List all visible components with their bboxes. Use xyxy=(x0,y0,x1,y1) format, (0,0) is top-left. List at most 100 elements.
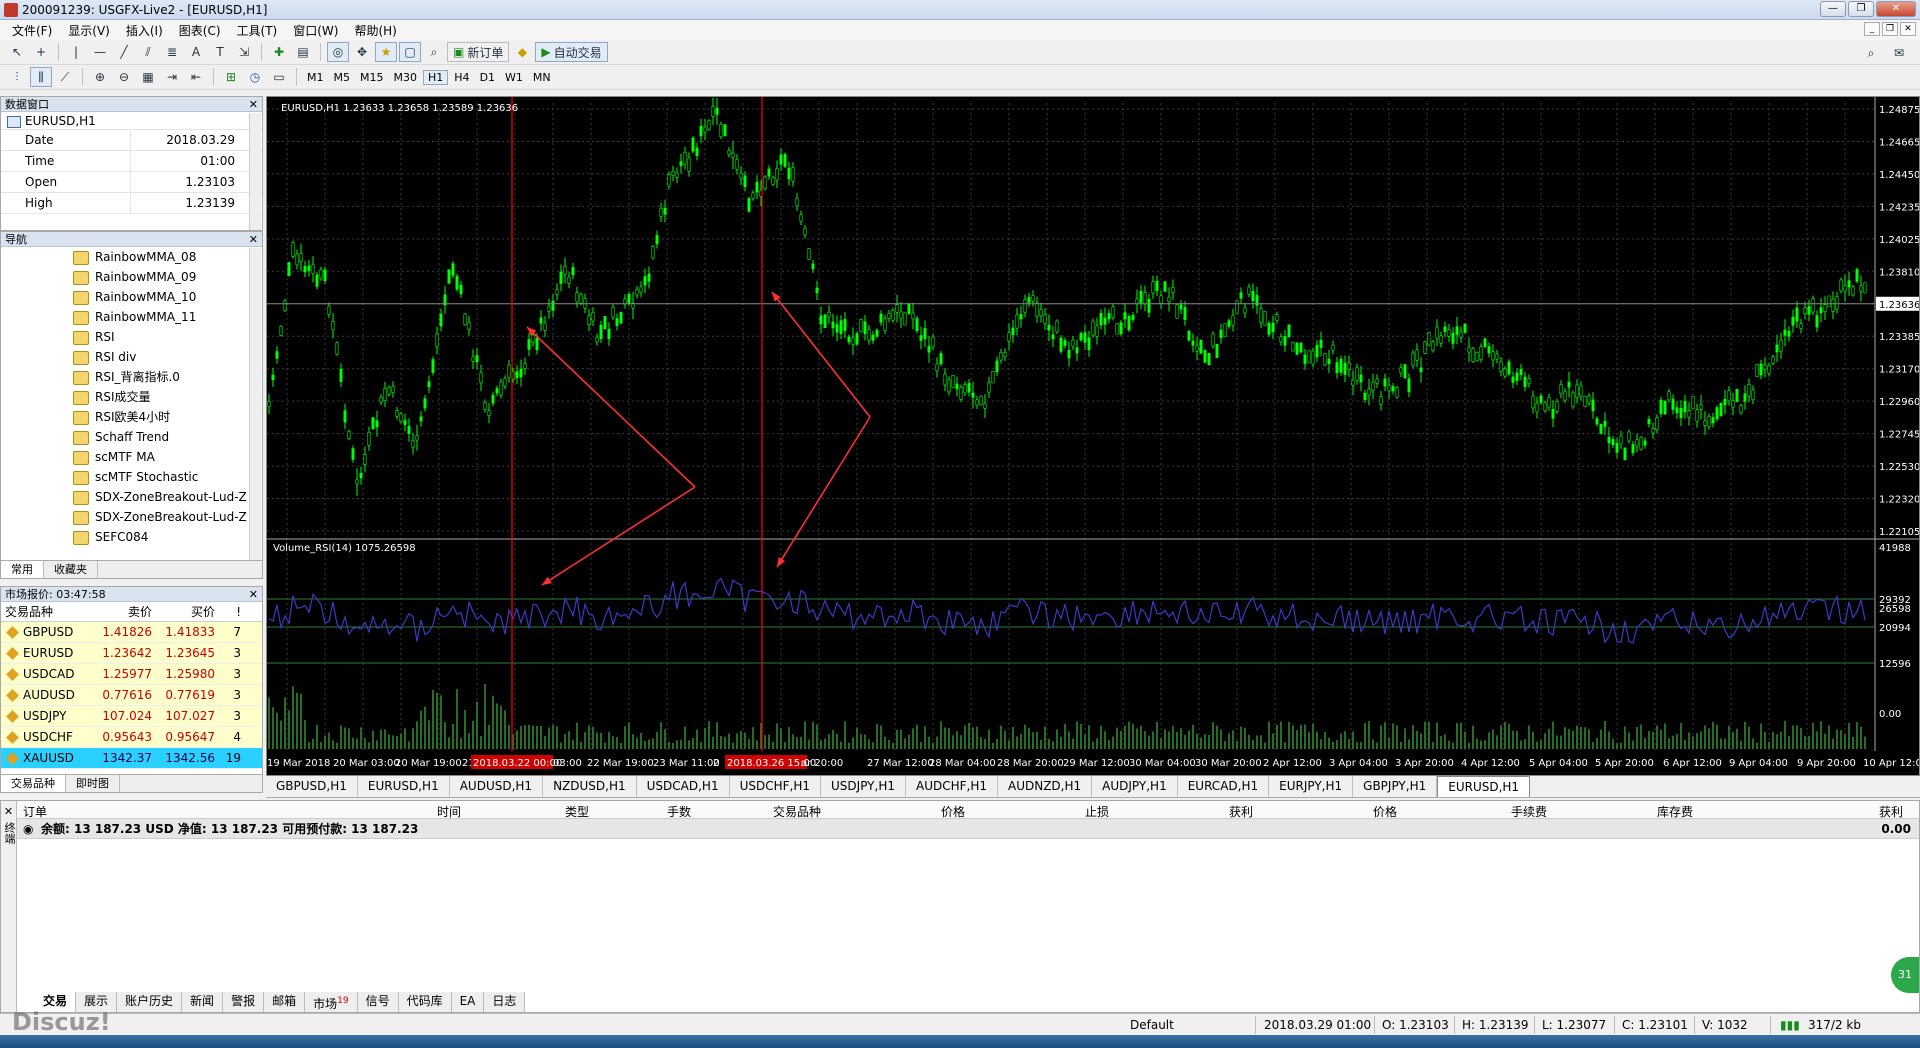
auto-scroll-icon[interactable]: ⇥ xyxy=(161,67,183,87)
channel-icon[interactable]: ⫽ xyxy=(137,42,159,62)
close-icon[interactable]: ✕ xyxy=(249,587,258,602)
trendline-icon[interactable]: ╱ xyxy=(113,42,135,62)
tf-h4[interactable]: H4 xyxy=(450,71,473,84)
chart-shift-icon[interactable]: ⇤ xyxy=(185,67,207,87)
tab-tick-chart[interactable]: 即时图 xyxy=(66,775,120,792)
child-minimize-button[interactable]: _ xyxy=(1864,22,1880,36)
child-close-button[interactable]: ✕ xyxy=(1900,22,1916,36)
tester-icon[interactable]: ⌕ xyxy=(423,42,445,62)
bar-chart-icon[interactable]: ⫶ xyxy=(6,67,28,87)
data-window-scrollbar[interactable] xyxy=(249,113,261,230)
col-price2[interactable]: 价格 xyxy=(1373,803,1397,820)
col-commission[interactable]: 手续费 xyxy=(1511,803,1547,820)
col-spread[interactable]: ! xyxy=(219,605,245,619)
navigator-item[interactable]: RSI xyxy=(1,327,262,347)
col-lots[interactable]: 手数 xyxy=(667,803,691,820)
crosshair-icon[interactable]: + xyxy=(30,42,52,62)
navigator-item[interactable]: Schaff Trend xyxy=(1,427,262,447)
close-button[interactable]: ✕ xyxy=(1876,1,1916,17)
terminal-tab[interactable]: 市场19 xyxy=(305,992,358,1012)
col-symbol[interactable]: 交易品种 xyxy=(1,603,96,620)
market-watch-row[interactable]: EURUSD 1.23642 1.23645 3 xyxy=(1,643,262,664)
navigator-item[interactable]: RSI div xyxy=(1,347,262,367)
templates-icon[interactable]: ▭ xyxy=(268,67,290,87)
chart-tab[interactable]: GBPJPY,H1 xyxy=(1353,776,1438,797)
col-tp[interactable]: 获利 xyxy=(1229,803,1253,820)
navigator-item[interactable]: RSI_背离指标.0 xyxy=(1,367,262,387)
tf-mn[interactable]: MN xyxy=(529,71,555,84)
tf-m5[interactable]: M5 xyxy=(330,71,355,84)
chart-tab[interactable]: EURUSD,H1 xyxy=(358,776,450,797)
chart-window[interactable]: 1.24875 1.24665 1.24450 1.24235 1.24025 1.238… xyxy=(266,96,1920,776)
navigator-item[interactable]: RSI欧美4小时 xyxy=(1,407,262,427)
tf-m1[interactable]: M1 xyxy=(303,71,328,84)
navigator-item[interactable]: SDX-ZoneBreakout-Lud-Z xyxy=(1,487,262,507)
menu-help[interactable]: 帮助(H) xyxy=(346,22,404,39)
chart-tab[interactable]: USDCHF,H1 xyxy=(730,776,822,797)
navigator-item[interactable]: RainbowMMA_11 xyxy=(1,307,262,327)
navigator-item[interactable]: SEFC084 xyxy=(1,527,262,547)
col-sl[interactable]: 止损 xyxy=(1085,803,1109,820)
data-window-icon[interactable]: ✥ xyxy=(351,42,373,62)
chart-tab[interactable]: AUDUSD,H1 xyxy=(450,776,544,797)
navigator-scrollbar[interactable] xyxy=(249,248,261,560)
chart-tab[interactable]: NZDUSD,H1 xyxy=(543,776,637,797)
market-watch-row[interactable]: USDCAD 1.25977 1.25980 3 xyxy=(1,664,262,685)
price-chart[interactable]: 1.24875 1.24665 1.24450 1.24235 1.24025 1.238… xyxy=(267,97,1920,775)
chart-tab[interactable]: AUDCHF,H1 xyxy=(906,776,998,797)
chart-tab[interactable]: USDJPY,H1 xyxy=(821,776,906,797)
tf-d1[interactable]: D1 xyxy=(476,71,499,84)
terminal-tab[interactable]: 警报 xyxy=(223,992,265,1012)
vertical-line-icon[interactable]: | xyxy=(65,42,87,62)
navigator-item[interactable]: RainbowMMA_08 xyxy=(1,247,262,267)
tf-h1[interactable]: H1 xyxy=(423,69,449,85)
col-bid[interactable]: 卖价 xyxy=(96,603,156,620)
chart-tab[interactable]: EURCAD,H1 xyxy=(1178,776,1270,797)
terminal-tab[interactable]: 邮箱 xyxy=(264,992,306,1012)
terminal-side-bar[interactable]: ✕ 终端 xyxy=(1,801,17,1012)
navigator-item[interactable]: RainbowMMA_09 xyxy=(1,267,262,287)
tile-windows-icon[interactable]: ▦ xyxy=(137,67,159,87)
navigator-item[interactable]: scMTF MA xyxy=(1,447,262,467)
market-watch-icon[interactable]: ◎ xyxy=(327,42,349,62)
horizontal-line-icon[interactable]: — xyxy=(89,42,111,62)
close-icon[interactable]: ✕ xyxy=(249,232,258,247)
tf-m30[interactable]: M30 xyxy=(390,71,422,84)
market-watch-row[interactable]: GBPUSD 1.41826 1.41833 7 xyxy=(1,622,262,643)
chat-icon[interactable]: ✉ xyxy=(1888,43,1910,63)
terminal-tab[interactable]: 账户历史 xyxy=(117,992,183,1012)
minimize-button[interactable]: — xyxy=(1820,1,1846,17)
close-icon[interactable]: ✕ xyxy=(249,97,258,112)
cursor-icon[interactable]: ↖ xyxy=(6,42,28,62)
auto-trading-button[interactable]: ▶ 自动交易 xyxy=(535,42,608,62)
col-time[interactable]: 时间 xyxy=(437,803,461,820)
navigator-item[interactable]: scMTF Stochastic xyxy=(1,467,262,487)
search-icon[interactable]: ⌕ xyxy=(1860,43,1882,63)
col-swap[interactable]: 库存费 xyxy=(1657,803,1693,820)
terminal-tab[interactable]: 代码库 xyxy=(398,992,452,1012)
col-price[interactable]: 价格 xyxy=(941,803,965,820)
col-symbol[interactable]: 交易品种 xyxy=(773,803,821,820)
menu-window[interactable]: 窗口(W) xyxy=(285,22,346,39)
tab-symbols[interactable]: 交易品种 xyxy=(1,775,66,792)
tab-common[interactable]: 常用 xyxy=(1,561,44,578)
child-restore-button[interactable]: ❐ xyxy=(1882,22,1898,36)
indicators-icon[interactable]: ⊞ xyxy=(220,67,242,87)
navigator-item[interactable]: SDX-ZoneBreakout-Lud-Z xyxy=(1,507,262,527)
menu-insert[interactable]: 插入(I) xyxy=(118,22,171,39)
shapes-icon[interactable]: ⇲ xyxy=(233,42,255,62)
col-ask[interactable]: 买价 xyxy=(156,603,219,620)
chat-bubble-icon[interactable]: 31 xyxy=(1891,957,1919,993)
menu-tools[interactable]: 工具(T) xyxy=(229,22,286,39)
navigator-icon[interactable]: ★ xyxy=(375,42,397,62)
tab-favorites[interactable]: 收藏夹 xyxy=(44,561,98,578)
menu-file[interactable]: 文件(F) xyxy=(4,22,60,39)
col-type[interactable]: 类型 xyxy=(565,803,589,820)
market-watch-row[interactable]: USDCHF 0.95643 0.95647 4 xyxy=(1,727,262,748)
menu-charts[interactable]: 图表(C) xyxy=(171,22,229,39)
chart-tab[interactable]: USDCAD,H1 xyxy=(637,776,730,797)
terminal-tab[interactable]: 信号 xyxy=(357,992,399,1012)
market-watch-row[interactable]: XAUUSD 1342.37 1342.56 19 xyxy=(1,748,262,769)
chart-tab[interactable]: EURUSD,H1 xyxy=(1437,776,1531,797)
maximize-button[interactable]: ❐ xyxy=(1848,1,1874,17)
